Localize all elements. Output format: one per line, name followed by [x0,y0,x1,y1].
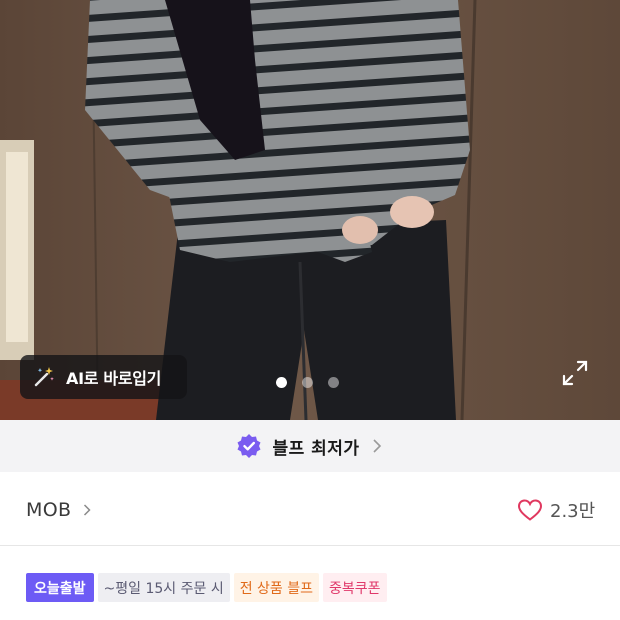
like-button[interactable]: 2.3만 [517,497,595,523]
lowest-price-label: 블프 최저가 [272,438,360,459]
ai-try-on-label: AI로 바로입기 [66,369,162,388]
product-image-carousel[interactable]: AI로 바로입기 [0,0,620,420]
verified-badge-icon [236,433,262,459]
chevron-right-icon [83,503,95,517]
carousel-dot-1[interactable] [276,377,287,388]
heart-icon [517,499,543,521]
expand-icon [562,360,588,386]
weekday-order-badge: ~평일 15시 주문 시 [97,573,230,602]
black-friday-badge: 전 상품 블프 [233,573,320,602]
double-coupon-badge: 중복쿠폰 [323,573,387,602]
like-count: 2.3만 [550,501,596,522]
brand-name: MOB [26,499,72,521]
lowest-price-banner[interactable]: 블프 최저가 [0,420,620,472]
carousel-dot-2[interactable] [302,377,313,388]
carousel-dot-3[interactable] [328,377,339,388]
ai-try-on-button[interactable]: AI로 바로입기 [20,355,187,399]
expand-button[interactable] [560,358,590,388]
brand-row: MOB 2.3만 [0,472,620,546]
today-shipping-badge: 오늘출발 [26,573,94,602]
carousel-indicator [276,377,339,388]
brand-link[interactable]: MOB [26,499,95,521]
chevron-right-icon [370,439,384,453]
magic-wand-icon [32,365,56,389]
badge-list: 오늘출발 ~평일 15시 주문 시 전 상품 블프 중복쿠폰 [26,573,387,602]
